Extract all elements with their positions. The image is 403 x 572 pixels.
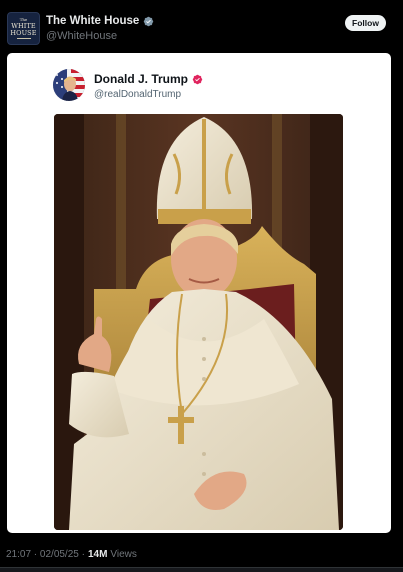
pope-figure-icon bbox=[54, 114, 343, 530]
embedded-name-row: Donald J. Trump bbox=[94, 72, 203, 86]
views-count: 14M bbox=[87, 549, 108, 560]
follow-button[interactable]: Follow bbox=[345, 15, 386, 31]
post-meta-row: 21:07 · 02/05/25 · 14M Views bbox=[6, 549, 137, 560]
post-image[interactable] bbox=[54, 114, 343, 530]
author-name-row: The White House bbox=[46, 15, 154, 27]
trump-avatar[interactable] bbox=[53, 69, 85, 101]
white-house-avatar[interactable]: The WHITE HOUSE bbox=[7, 12, 40, 45]
embedded-handle[interactable]: @realDonaldTrump bbox=[94, 89, 181, 100]
views-label: Views bbox=[110, 549, 137, 560]
author-handle[interactable]: @WhiteHouse bbox=[46, 30, 117, 42]
embedded-post-card[interactable]: Donald J. Trump @realDonaldTrump bbox=[7, 53, 391, 533]
verified-badge-icon bbox=[144, 16, 154, 26]
verified-badge-icon bbox=[192, 74, 203, 84]
avatar-rule bbox=[16, 38, 31, 39]
author-display-name[interactable]: The White House bbox=[46, 15, 139, 27]
avatar-line-house: HOUSE bbox=[10, 28, 37, 37]
post-timestamp[interactable]: 21:07 · 02/05/25 · bbox=[6, 549, 85, 560]
embedded-display-name[interactable]: Donald J. Trump bbox=[94, 72, 188, 86]
american-flag-portrait-icon bbox=[53, 69, 85, 101]
bottom-divider bbox=[0, 567, 403, 572]
post-header: The WHITE HOUSE The White House @WhiteHo… bbox=[0, 0, 403, 52]
